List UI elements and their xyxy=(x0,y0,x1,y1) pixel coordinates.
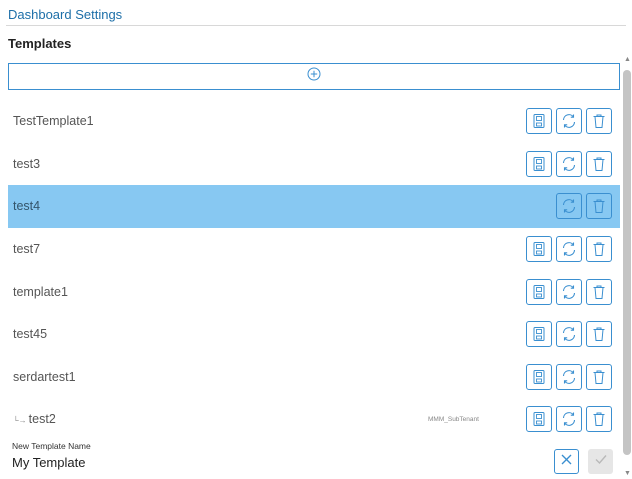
template-row[interactable]: test45 xyxy=(8,313,620,356)
refresh-template-button[interactable] xyxy=(556,321,582,348)
child-indent-icon: └→ xyxy=(13,416,27,426)
template-row[interactable]: TestTemplate1 xyxy=(8,100,620,143)
refresh-template-button[interactable] xyxy=(556,108,582,135)
trash-icon xyxy=(591,284,607,300)
template-actions xyxy=(526,278,612,305)
scrollbar[interactable]: ▲ ▼ xyxy=(622,56,632,479)
save-icon xyxy=(531,113,547,129)
template-actions xyxy=(526,321,612,348)
template-name-text: template1 xyxy=(13,284,68,299)
refresh-template-button[interactable] xyxy=(556,150,582,177)
refresh-icon xyxy=(560,410,578,428)
refresh-icon xyxy=(560,368,578,386)
save-icon xyxy=(531,326,547,342)
template-row[interactable]: test7 xyxy=(8,228,620,271)
template-name-text: test4 xyxy=(13,199,41,214)
trash-icon xyxy=(591,369,607,385)
delete-template-button[interactable] xyxy=(586,321,612,348)
check-icon xyxy=(594,452,608,471)
refresh-icon xyxy=(560,112,578,130)
delete-template-button[interactable] xyxy=(586,363,612,390)
delete-template-button[interactable] xyxy=(586,278,612,305)
template-row[interactable]: test3 xyxy=(8,143,620,186)
scroll-up-icon[interactable]: ▲ xyxy=(624,56,631,63)
scroll-down-icon[interactable]: ▼ xyxy=(624,470,631,477)
template-name: test3 xyxy=(13,157,40,171)
template-name: └→ test2 xyxy=(13,412,56,426)
refresh-template-button[interactable] xyxy=(556,236,582,263)
template-name-text: test2 xyxy=(28,412,56,427)
cancel-button[interactable] xyxy=(554,449,579,474)
template-name: template1 xyxy=(13,285,68,299)
template-name-text: test7 xyxy=(13,242,41,257)
section-title: Templates xyxy=(8,36,72,51)
tenant-tag: MMM_SubTenant xyxy=(428,415,479,423)
save-template-button[interactable] xyxy=(526,406,552,433)
refresh-template-button[interactable] xyxy=(556,363,582,390)
refresh-icon xyxy=(560,197,578,215)
delete-template-button[interactable] xyxy=(586,150,612,177)
template-row[interactable]: template1 xyxy=(8,270,620,313)
new-template-input[interactable] xyxy=(12,455,312,470)
template-name: serdartest1 xyxy=(13,370,76,384)
save-template-button[interactable] xyxy=(526,108,552,135)
refresh-icon xyxy=(560,283,578,301)
refresh-icon xyxy=(560,240,578,258)
dialog-title: Dashboard Settings xyxy=(8,7,123,22)
save-icon xyxy=(531,411,547,427)
refresh-template-button[interactable] xyxy=(556,406,582,433)
confirm-button[interactable] xyxy=(588,449,613,474)
delete-template-button[interactable] xyxy=(586,108,612,135)
save-template-button[interactable] xyxy=(526,321,552,348)
trash-icon xyxy=(591,326,607,342)
delete-template-button[interactable] xyxy=(586,406,612,433)
save-icon xyxy=(531,156,547,172)
refresh-template-button[interactable] xyxy=(556,278,582,305)
template-list: TestTemplate1 test3 test4 test7 template1 tes… xyxy=(8,100,620,441)
template-name: test4 xyxy=(13,199,40,213)
template-actions xyxy=(526,363,612,390)
template-name: TestTemplate1 xyxy=(13,114,94,128)
refresh-icon xyxy=(560,325,578,343)
trash-icon xyxy=(591,411,607,427)
template-name-text: test3 xyxy=(13,156,41,171)
template-name-text: test45 xyxy=(13,327,48,342)
template-actions xyxy=(556,193,612,220)
title-divider xyxy=(6,25,626,26)
delete-template-button[interactable] xyxy=(586,193,612,220)
trash-icon xyxy=(591,241,607,257)
save-icon xyxy=(531,241,547,257)
trash-icon xyxy=(591,198,607,214)
new-template-label: New Template Name xyxy=(12,441,91,451)
template-name: test45 xyxy=(13,327,47,341)
refresh-icon xyxy=(560,155,578,173)
template-name-text: serdartest1 xyxy=(13,369,76,384)
save-template-button[interactable] xyxy=(526,278,552,305)
save-template-button[interactable] xyxy=(526,363,552,390)
template-row[interactable]: serdartest1 xyxy=(8,356,620,399)
save-template-button[interactable] xyxy=(526,150,552,177)
plus-circle-icon xyxy=(307,67,321,86)
delete-template-button[interactable] xyxy=(586,236,612,263)
close-icon xyxy=(560,453,573,471)
template-row[interactable]: └→ test2 MMM_SubTenant xyxy=(8,398,620,441)
trash-icon xyxy=(591,113,607,129)
template-actions xyxy=(526,236,612,263)
template-row[interactable]: test4 xyxy=(8,185,620,228)
template-actions xyxy=(526,108,612,135)
save-icon xyxy=(531,284,547,300)
save-icon xyxy=(531,369,547,385)
template-actions xyxy=(526,150,612,177)
save-template-button[interactable] xyxy=(526,236,552,263)
refresh-template-button[interactable] xyxy=(556,193,582,220)
new-template-field: New Template Name xyxy=(12,441,532,470)
trash-icon xyxy=(591,156,607,172)
add-template-button[interactable] xyxy=(8,63,620,90)
template-name: test7 xyxy=(13,242,40,256)
template-name-text: TestTemplate1 xyxy=(13,114,94,129)
scrollbar-thumb[interactable] xyxy=(623,70,631,455)
template-actions xyxy=(526,406,612,433)
